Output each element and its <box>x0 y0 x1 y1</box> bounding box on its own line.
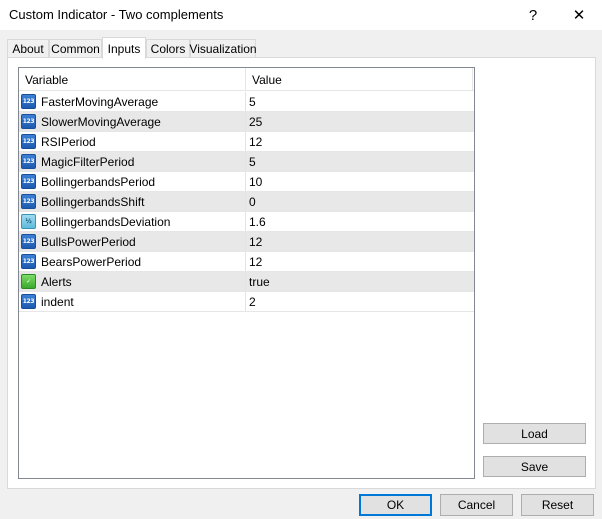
variable-name: SlowerMovingAverage <box>41 115 161 129</box>
bool-type-icon: ✓ <box>21 274 36 289</box>
tab-colors[interactable]: Colors <box>146 39 190 58</box>
table-row[interactable]: 123 indent 2 <box>19 292 474 312</box>
int-type-icon: 123 <box>21 94 36 109</box>
table-row[interactable]: 123 MagicFilterPeriod 5 <box>19 152 474 172</box>
variable-name: MagicFilterPeriod <box>41 155 135 169</box>
variable-name: indent <box>41 295 74 309</box>
table-row[interactable]: 123 BullsPowerPeriod 12 <box>19 232 474 252</box>
int-type-icon: 123 <box>21 174 36 189</box>
tab-visualization[interactable]: Visualization <box>189 39 257 58</box>
variable-cell: 123 SlowerMovingAverage <box>19 112 246 131</box>
variable-name: BollingerbandsPeriod <box>41 175 156 189</box>
table-row[interactable]: 123 BearsPowerPeriod 12 <box>19 252 474 272</box>
variable-name: BullsPowerPeriod <box>41 235 136 249</box>
title-bar: Custom Indicator - Two complements ? ✕ <box>0 0 602 30</box>
int-type-icon: 123 <box>21 234 36 249</box>
value-cell[interactable]: 12 <box>249 235 262 249</box>
value-cell[interactable]: 25 <box>249 115 262 129</box>
header-variable[interactable]: Variable <box>25 73 68 87</box>
value-cell[interactable]: 5 <box>249 95 256 109</box>
help-button[interactable]: ? <box>510 0 556 30</box>
variable-cell: ½ BollingerbandsDeviation <box>19 212 246 231</box>
variable-cell: 123 BollingerbandsPeriod <box>19 172 246 191</box>
variable-cell: 123 MagicFilterPeriod <box>19 152 246 171</box>
int-type-icon: 123 <box>21 254 36 269</box>
int-type-icon: 123 <box>21 154 36 169</box>
value-cell[interactable]: 12 <box>249 255 262 269</box>
variable-cell: 123 RSIPeriod <box>19 132 246 151</box>
close-button[interactable]: ✕ <box>556 0 602 30</box>
grid-rows: 123 FasterMovingAverage 5 123 SlowerMovingAv… <box>19 92 474 312</box>
value-cell[interactable]: 1.6 <box>249 215 266 229</box>
int-type-icon: 123 <box>21 194 36 209</box>
table-row[interactable]: 123 BollingerbandsPeriod 10 <box>19 172 474 192</box>
table-row[interactable]: 123 FasterMovingAverage 5 <box>19 92 474 112</box>
inputs-grid[interactable]: Variable Value 123 FasterMovingAverage 5 12… <box>18 67 475 479</box>
table-row[interactable]: ½ BollingerbandsDeviation 1.6 <box>19 212 474 232</box>
table-row[interactable]: ✓ Alerts true <box>19 272 474 292</box>
int-type-icon: 123 <box>21 294 36 309</box>
table-row[interactable]: 123 BollingerbandsShift 0 <box>19 192 474 212</box>
value-cell[interactable]: 2 <box>249 295 256 309</box>
table-row[interactable]: 123 RSIPeriod 12 <box>19 132 474 152</box>
header-value[interactable]: Value <box>252 73 282 87</box>
tab-about[interactable]: About <box>7 39 49 58</box>
header-divider[interactable] <box>245 68 246 91</box>
variable-cell: 123 BearsPowerPeriod <box>19 252 246 271</box>
value-cell[interactable]: true <box>249 275 270 289</box>
value-cell[interactable]: 12 <box>249 135 262 149</box>
load-button[interactable]: Load <box>483 423 586 444</box>
reset-button[interactable]: Reset <box>521 494 594 516</box>
variable-name: BollingerbandsDeviation <box>41 215 171 229</box>
variable-name: Alerts <box>41 275 72 289</box>
variable-name: RSIPeriod <box>41 135 96 149</box>
value-cell[interactable]: 10 <box>249 175 262 189</box>
variable-cell: 123 FasterMovingAverage <box>19 92 246 111</box>
header-divider-end <box>472 68 473 91</box>
value-cell[interactable]: 5 <box>249 155 256 169</box>
tab-strip: About Common Inputs Colors Visualization <box>7 37 597 59</box>
variable-cell: ✓ Alerts <box>19 272 246 291</box>
tab-common[interactable]: Common <box>49 39 102 58</box>
variable-name: FasterMovingAverage <box>41 95 159 109</box>
cancel-button[interactable]: Cancel <box>440 494 513 516</box>
int-type-icon: 123 <box>21 134 36 149</box>
variable-cell: 123 BollingerbandsShift <box>19 192 246 211</box>
table-row[interactable]: 123 SlowerMovingAverage 25 <box>19 112 474 132</box>
ok-button[interactable]: OK <box>359 494 432 516</box>
tab-inputs[interactable]: Inputs <box>102 37 146 59</box>
save-button[interactable]: Save <box>483 456 586 477</box>
int-type-icon: 123 <box>21 114 36 129</box>
window-title: Custom Indicator - Two complements <box>9 7 224 22</box>
variable-cell: 123 indent <box>19 292 246 311</box>
variable-cell: 123 BullsPowerPeriod <box>19 232 246 251</box>
grid-header: Variable Value <box>19 68 474 91</box>
value-cell[interactable]: 0 <box>249 195 256 209</box>
variable-name: BollingerbandsShift <box>41 195 145 209</box>
variable-name: BearsPowerPeriod <box>41 255 142 269</box>
double-type-icon: ½ <box>21 214 36 229</box>
